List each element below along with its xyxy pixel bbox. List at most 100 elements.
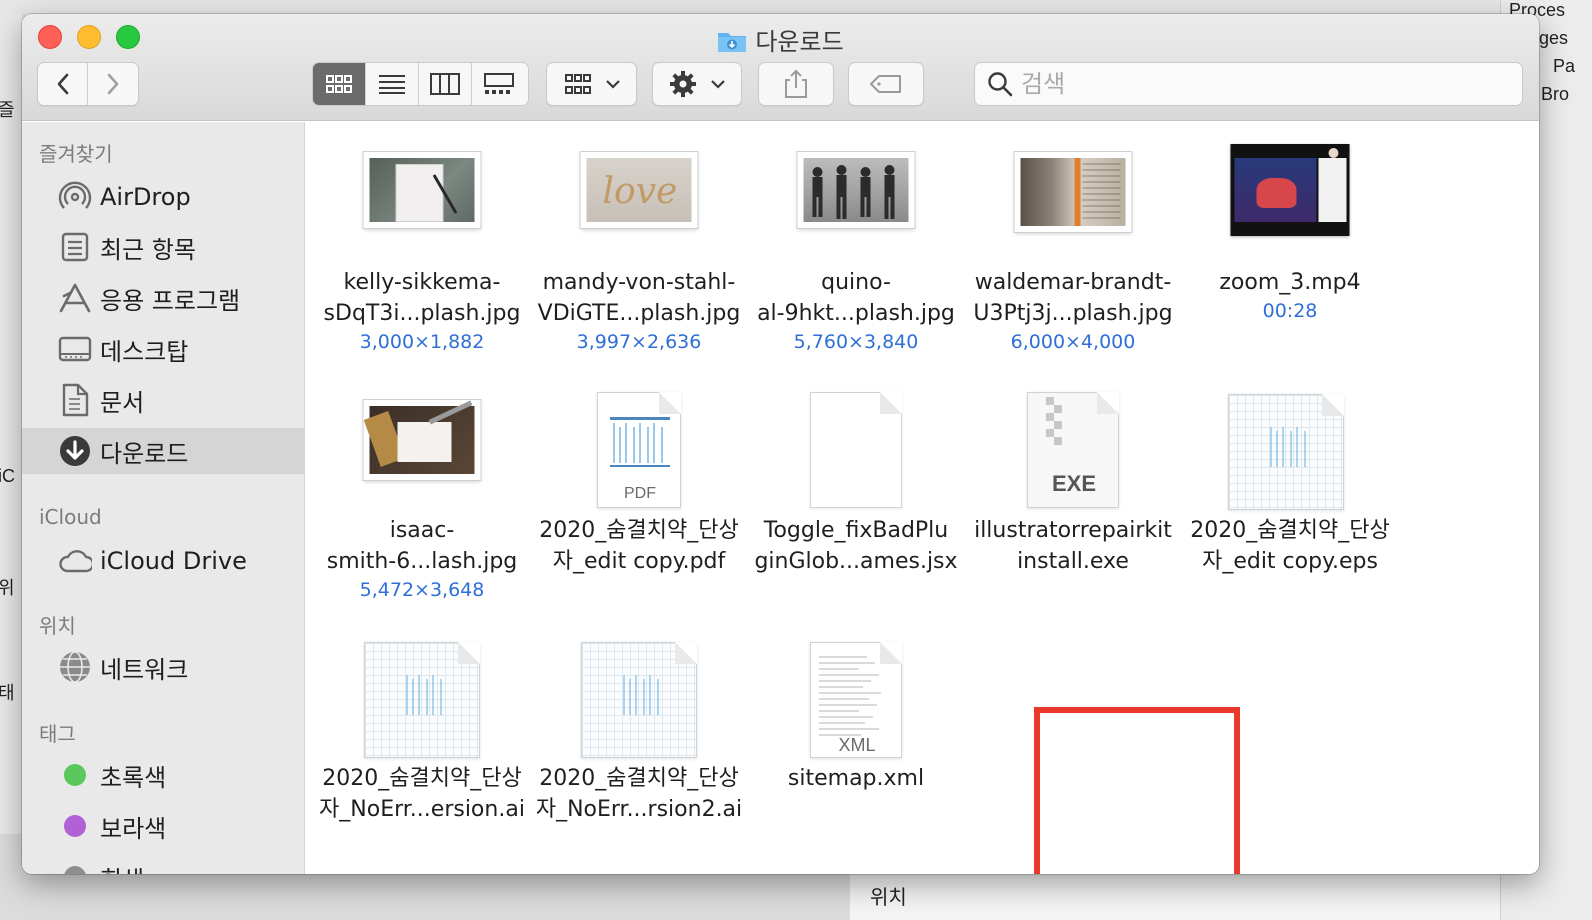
sidebar-section-icloud: iCloud: [39, 505, 102, 529]
sidebar-section-locations: 위치: [39, 614, 76, 638]
gallery-view-button[interactable]: [472, 63, 525, 105]
ai-document-icon: [364, 642, 480, 758]
image-thumbnail: [363, 400, 481, 480]
list-icon: [379, 75, 405, 94]
search-field[interactable]: [974, 62, 1523, 106]
file-item[interactable]: zoom_3.mp4 00:28: [1182, 122, 1398, 362]
bg-bottom-text: 위치: [870, 887, 907, 909]
bg-left-text: 위: [0, 578, 15, 598]
group-by-button[interactable]: [546, 62, 637, 106]
file-name-line2: sDqT3i...plash.jpg: [323, 301, 521, 326]
sidebar-item-recents[interactable]: 최근 항목: [22, 224, 304, 270]
eps-document-icon: [1228, 394, 1344, 510]
file-name-line2: 자_edit copy.pdf: [552, 549, 726, 574]
file-item[interactable]: isaac- smith-6...lash.jpg 5,472×3,648: [314, 370, 530, 610]
exe-archive-icon: EXE: [1027, 392, 1119, 508]
column-view-button[interactable]: [419, 63, 472, 105]
sidebar-item-applications[interactable]: 응용 프로그램: [22, 275, 304, 321]
sidebar-item-label: 회색: [100, 860, 144, 875]
file-name-line1: 2020_숨결치약_단상: [1190, 518, 1390, 543]
search-icon: [988, 72, 1013, 97]
recents-icon: [58, 230, 92, 264]
file-item[interactable]: Toggle_fixBadPlu ginGlob...ames.jsx: [748, 370, 964, 610]
background-window-bottom: 위치: [850, 870, 1500, 920]
file-item[interactable]: 2020_숨결치약_단상 자_NoErr...rsion2.ai: [531, 618, 747, 858]
file-item[interactable]: EXE illustratorrepairkit install.exe: [965, 370, 1181, 610]
sidebar-item-tag-gray[interactable]: 회색: [22, 854, 304, 875]
network-icon: [58, 650, 92, 684]
file-item[interactable]: quino- al-9hkt...plash.jpg 5,760×3,840: [748, 122, 964, 362]
sidebar-item-network[interactable]: 네트워크: [22, 644, 304, 690]
tags-button[interactable]: [848, 62, 924, 106]
file-name-line2: al-9hkt...plash.jpg: [757, 301, 955, 326]
grid-icon: [326, 75, 352, 93]
file-name-line1: illustratorrepairkit: [974, 518, 1172, 543]
share-icon: [785, 69, 807, 98]
bg-left-text: 태: [0, 683, 15, 703]
image-thumbnail: [1014, 152, 1132, 232]
file-name-line1: waldemar-brandt-: [974, 270, 1172, 295]
file-dimensions: 3,997×2,636: [576, 331, 702, 353]
sidebar-item-label: 응용 프로그램: [100, 286, 241, 315]
file-item[interactable]: 2020_숨결치약_단상 자_NoErr...ersion.ai: [314, 618, 530, 858]
action-menu-button[interactable]: [652, 62, 742, 106]
search-input[interactable]: [1021, 70, 1501, 98]
file-item[interactable]: love mandy-von-stahl- VDiGTE...plash.jpg…: [531, 122, 747, 362]
back-button[interactable]: [38, 63, 88, 105]
file-item[interactable]: PDF 2020_숨결치약_단상 자_edit copy.pdf: [531, 370, 747, 610]
file-name-line2: VDiGTE...plash.jpg: [537, 301, 741, 326]
window-title-area: 다운로드: [22, 22, 1539, 57]
share-button[interactable]: [758, 62, 834, 106]
file-name-line1: kelly-sikkema-: [343, 270, 501, 295]
file-name-line1: zoom_3.mp4: [1219, 270, 1361, 295]
file-item[interactable]: kelly-sikkema- sDqT3i...plash.jpg 3,000×…: [314, 122, 530, 362]
sidebar-item-label: iCloud Drive: [100, 547, 247, 575]
sidebar-item-icloud-drive[interactable]: iCloud Drive: [22, 538, 304, 584]
forward-button[interactable]: [88, 63, 138, 105]
downloads-icon: [58, 434, 92, 468]
cloud-icon: [58, 544, 92, 578]
sidebar-item-tag-purple[interactable]: 보라색: [22, 803, 304, 849]
sidebar-item-documents[interactable]: 문서: [22, 377, 304, 423]
file-name-line2: 자_edit copy.eps: [1202, 549, 1378, 574]
file-item[interactable]: waldemar-brandt- U3Ptj3j...plash.jpg 6,0…: [965, 122, 1181, 362]
sidebar-item-tag-green[interactable]: 초록색: [22, 752, 304, 798]
sidebar-item-airdrop[interactable]: AirDrop: [22, 174, 304, 220]
exe-label: EXE: [1051, 471, 1097, 496]
highlight-box: [1034, 707, 1240, 874]
sidebar: 즐겨찾기 AirDrop 최근 항목 응용 프로그램 데스크탑 문서 다운로드 …: [22, 122, 305, 874]
bg-left-text: 즐: [0, 100, 15, 120]
list-view-button[interactable]: [366, 63, 419, 105]
video-thumbnail: [1230, 144, 1350, 236]
gallery-icon: [483, 73, 514, 94]
sidebar-item-label: 네트워크: [100, 655, 189, 684]
xml-label: XML: [838, 735, 876, 755]
sidebar-item-label: 문서: [100, 388, 145, 417]
sidebar-item-desktop[interactable]: 데스크탑: [22, 326, 304, 372]
pdf-label: PDF: [624, 485, 656, 502]
file-name-line1: sitemap.xml: [787, 766, 925, 791]
nav-buttons: [37, 62, 139, 106]
pdf-document-icon: PDF: [597, 392, 681, 508]
bg-right-text: Pa: [1553, 56, 1576, 76]
file-dimensions: 3,000×1,882: [359, 331, 485, 353]
downloads-folder-icon: [717, 29, 747, 52]
sidebar-item-label: 초록색: [100, 763, 167, 792]
chevron-left-icon: [57, 73, 68, 95]
file-name-line2: U3Ptj3j...plash.jpg: [973, 301, 1173, 326]
columns-icon: [430, 73, 460, 95]
sidebar-section-favorites: 즐겨찾기: [39, 142, 113, 166]
image-thumbnail: love: [580, 152, 698, 228]
sidebar-item-downloads[interactable]: 다운로드: [22, 428, 304, 474]
icon-view-button[interactable]: [313, 63, 366, 105]
file-item[interactable]: 2020_숨결치약_단상 자_edit copy.eps: [1182, 370, 1398, 610]
ai-document-icon: [581, 642, 697, 758]
chevron-down-icon: [605, 80, 620, 89]
video-duration: 00:28: [1262, 300, 1318, 322]
tag-icon: [870, 75, 901, 93]
file-name-line2: ginGlob...ames.jsx: [754, 549, 958, 574]
file-name-line2: 자_NoErr...ersion.ai: [319, 797, 525, 822]
file-item[interactable]: XML sitemap.xml: [748, 618, 964, 858]
bg-right-text: ges: [1539, 28, 1569, 48]
airdrop-icon: [58, 180, 92, 214]
